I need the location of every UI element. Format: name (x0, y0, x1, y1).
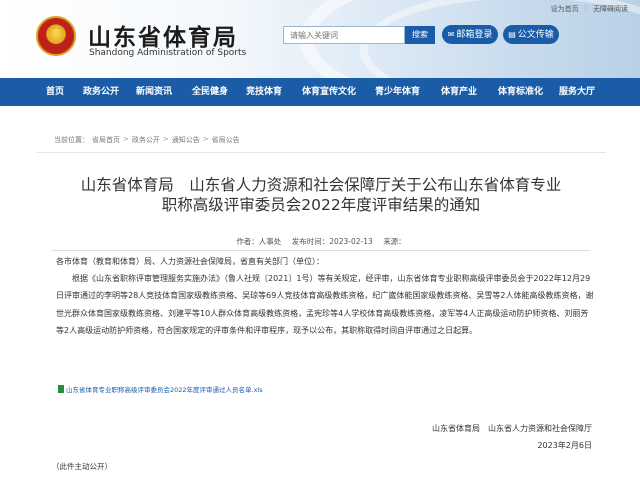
mail-icon: ✉ (447, 30, 455, 39)
breadcrumb-item[interactable]: 政务公开 (132, 135, 160, 145)
breadcrumb-label: 当前位置： (54, 136, 89, 144)
nav-item-standardization[interactable]: 体育标准化 (498, 78, 543, 106)
sign-date: 2023年2月6日 (537, 441, 592, 450)
article-source: 来源： (383, 237, 406, 246)
nav-item-competitive-sports[interactable]: 竞技体育 (246, 78, 282, 106)
main-nav: 首页 政务公开 新闻资讯 全民健身 竞技体育 体育宣传文化 青少年体育 体育产业… (0, 78, 640, 106)
nav-item-youth-sports[interactable]: 青少年体育 (375, 78, 420, 106)
mail-login-label: 邮箱登录 (456, 30, 493, 40)
nav-item-fitness[interactable]: 全民健身 (192, 78, 228, 106)
site-subtitle: Shandong Administration of Sports (89, 48, 247, 58)
search-input[interactable] (283, 26, 405, 44)
public-note: （此件主动公开） (52, 462, 112, 471)
national-emblem-icon (36, 16, 76, 56)
article-date: 发布时间：2023-02-13 (291, 237, 373, 246)
accessible-reading-link[interactable]: 无障碍阅读 (593, 4, 628, 14)
article-title-line: 山东省体育局 山东省人力资源和社会保障厅关于公布山东省体育专业 (80, 176, 562, 194)
nav-item-service-hall[interactable]: 服务大厅 (559, 78, 595, 106)
salutation: 各市体育（教育和体育）局、人力资源社会保障局，省直有关部门（单位）： (56, 257, 324, 266)
nav-item-news[interactable]: 新闻资讯 (136, 78, 172, 106)
attachment-label: 山东省体育专业职称高级评审委员会2022年度评审通过人员名单.xls (66, 386, 263, 394)
breadcrumb: 当前位置： 省局首页 > 政务公开 > 通知公告 > 省局公告 (54, 135, 240, 145)
document-icon: ▤ (508, 30, 516, 39)
breadcrumb-separator: > (202, 135, 209, 143)
site-title[interactable]: 山东省体育局 (88, 18, 238, 52)
signature: 山东省体育局 山东省人力资源和社会保障厅 (432, 424, 592, 433)
breadcrumb-separator: > (123, 135, 129, 143)
top-links: 设为首页 | 无障碍阅读 (551, 4, 628, 14)
breadcrumb-separator: > (162, 135, 169, 143)
document-transfer-button[interactable]: ▤ 公文传输 (503, 25, 559, 44)
breadcrumb-item[interactable]: 省局公告 (212, 135, 240, 145)
nav-item-home[interactable]: 首页 (46, 78, 64, 106)
article-title: 山东省体育局 山东省人力资源和社会保障厅关于公布山东省体育专业 职称高级评审委员… (36, 175, 606, 215)
divider (52, 250, 590, 251)
document-transfer-label: 公文传输 (517, 30, 554, 40)
breadcrumb-item[interactable]: 通知公告 (172, 135, 200, 145)
breadcrumb-item[interactable]: 省局首页 (92, 135, 120, 145)
attachment-link[interactable]: 山东省体育专业职称高级评审委员会2022年度评审通过人员名单.xls (58, 384, 263, 394)
set-home-link[interactable]: 设为首页 (551, 4, 579, 14)
nav-item-sports-culture[interactable]: 体育宣传文化 (302, 78, 356, 106)
search-button[interactable]: 搜索 (405, 26, 435, 44)
mail-login-button[interactable]: ✉ 邮箱登录 (442, 25, 498, 44)
nav-item-sports-industry[interactable]: 体育产业 (441, 78, 477, 106)
article-meta: 作者：人事处 发布时间：2023-02-13 来源： (36, 236, 606, 247)
site-header: 设为首页 | 无障碍阅读 山东省体育局 Shandong Administrat… (0, 0, 640, 78)
article-title-line: 职称高级评审委员会2022年度评审结果的通知 (161, 196, 481, 214)
article-author: 作者：人事处 (236, 237, 282, 246)
nav-item-government-affairs[interactable]: 政务公开 (83, 78, 119, 106)
excel-file-icon (58, 385, 64, 393)
separator: | (584, 4, 587, 12)
article-body: 各市体育（教育和体育）局、人力资源社会保障局，省直有关部门（单位）： 根据《山东… (56, 253, 596, 339)
body-paragraph: 根据《山东省职称评审管理服务实施办法》（鲁人社规〔2021〕1号）等有关规定，经… (56, 274, 594, 335)
